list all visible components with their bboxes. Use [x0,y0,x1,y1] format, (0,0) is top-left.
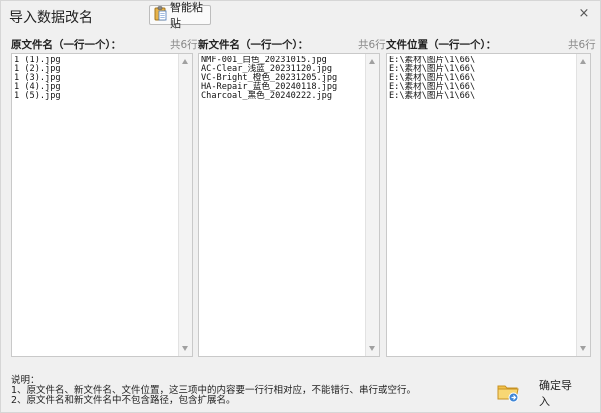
scroll-down-icon[interactable] [580,346,586,351]
file-location-count: 共6行 [568,39,596,51]
list-item: E:\素材\图片\1\66\ [389,91,476,101]
smart-paste-button[interactable]: 智能粘贴 [149,1,211,30]
file-location-textarea[interactable]: E:\素材\图片\1\66\ E:\素材\图片\1\66\ E:\素材\图片\1\6… [386,53,591,357]
smart-paste-label: 智能粘贴 [170,1,203,30]
confirm-import-button[interactable]: 确定导入 [497,379,581,408]
vertical-scrollbar[interactable] [576,54,590,356]
original-filename-count: 共6行 [170,39,198,51]
notes-line-2: 2、原文件名和新文件名中不包含路径，包含扩展名。 [11,395,236,406]
scroll-up-icon[interactable] [580,59,586,64]
list-item: Charcoal_黑色_20240222.jpg [201,91,333,101]
new-filename-lines: NMF-001_白色_20231015.jpg AC-Clear_浅蓝_20231… [201,56,365,101]
scroll-up-icon[interactable] [182,59,188,64]
folder-import-icon [497,381,519,406]
close-icon[interactable]: × [577,7,591,21]
new-filename-textarea[interactable]: NMF-001_白色_20231015.jpg AC-Clear_浅蓝_20231… [198,53,380,357]
file-location-header: 文件位置（一行一个）： [386,39,497,51]
vertical-scrollbar[interactable] [178,54,192,356]
scroll-down-icon[interactable] [182,346,188,351]
original-filename-header: 原文件名（一行一个）： [11,39,122,51]
scroll-down-icon[interactable] [369,346,375,351]
clipboard-icon [154,6,167,24]
dialog-title: 导入数据改名 [9,10,93,26]
scroll-up-icon[interactable] [369,59,375,64]
import-rename-dialog: 导入数据改名 智能粘贴 × 原文件名（一行一个）： 共6行 1 (1).jpg 1… [0,0,601,413]
original-filename-lines: 1 (1).jpg 1 (2).jpg 1 (3).jpg 1 (4).jpg 1 (5… [14,56,178,101]
vertical-scrollbar[interactable] [365,54,379,356]
new-filename-count: 共6行 [358,39,386,51]
confirm-import-label: 确定导入 [539,379,572,408]
new-filename-header: 新文件名（一行一个）： [198,39,309,51]
title-bar: 导入数据改名 智能粘贴 × [1,1,600,31]
list-item: 1 (5).jpg [14,91,61,101]
file-location-lines: E:\素材\图片\1\66\ E:\素材\图片\1\66\ E:\素材\图片\1\6… [389,56,576,101]
original-filename-textarea[interactable]: 1 (1).jpg 1 (2).jpg 1 (3).jpg 1 (4).jpg 1 (5… [11,53,193,357]
instructions-note: 说明： 1、原文件名、新文件名、文件位置，这三项中的内容要一行行相对应，不能错行… [11,376,416,406]
